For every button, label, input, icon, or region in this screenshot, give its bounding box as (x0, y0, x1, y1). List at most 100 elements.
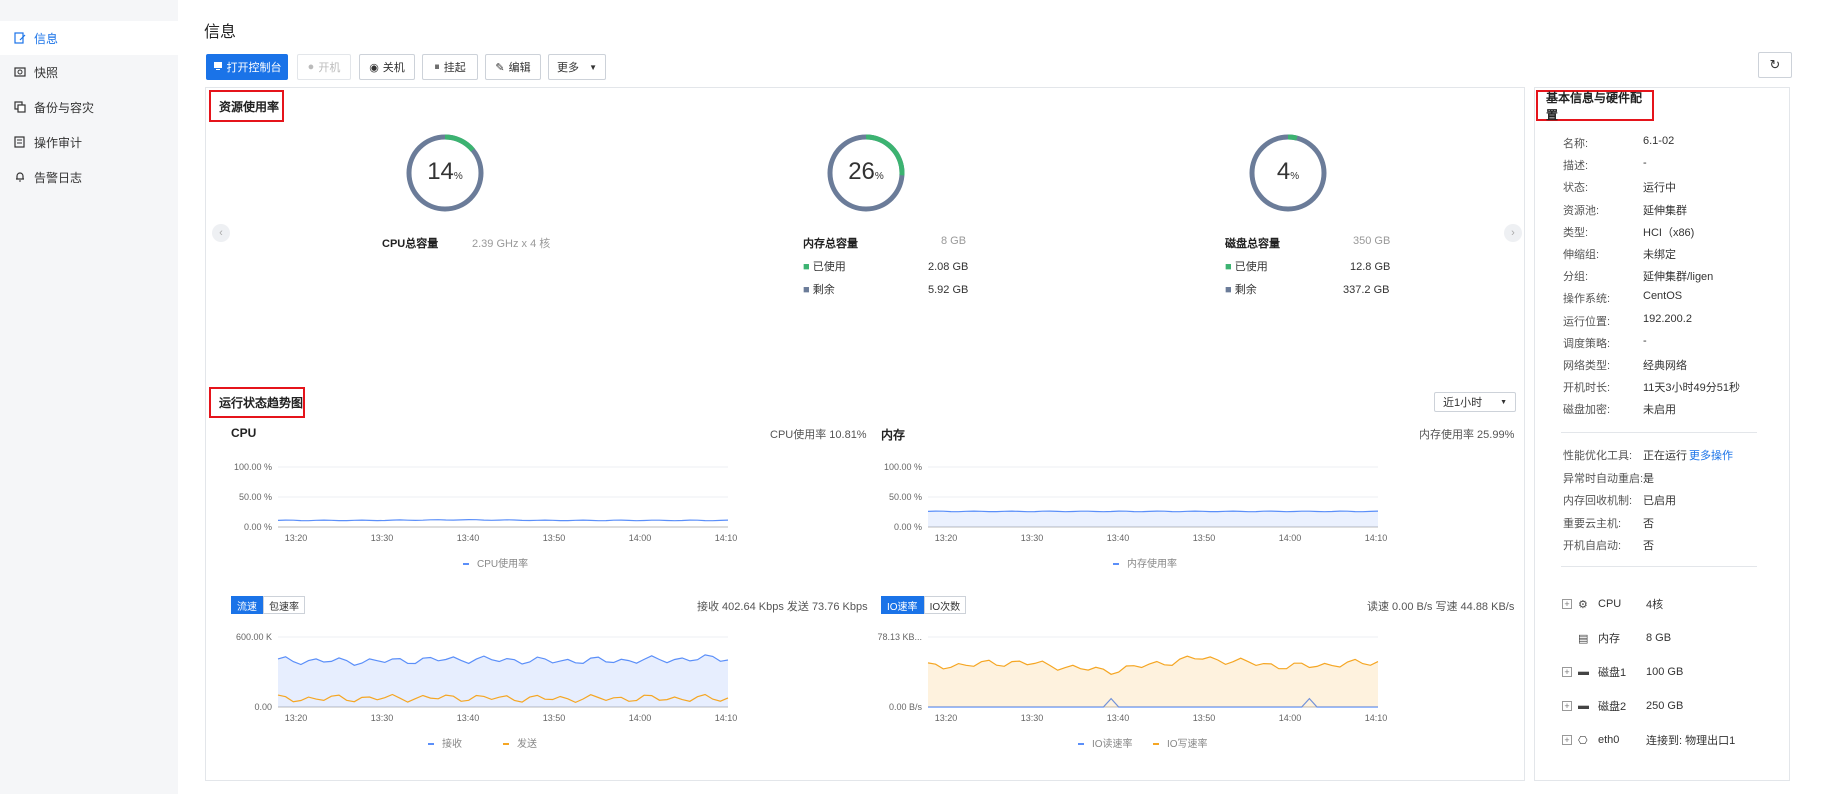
info-value: HCI（x86) (1643, 226, 1695, 239)
info-list: 名称: 6.1-02 描述: - 状态: 运行中 资源池: 延伸集群 类型: HCI（x86) 伸缩… (1561, 135, 1781, 435)
expand-icon[interactable]: + (1562, 735, 1572, 745)
cpu-total-label: CPU总容量 (382, 238, 439, 250)
hardware-value: 连接到: 物理出口1 (1646, 735, 1736, 747)
legend-label: CPU使用率 (477, 557, 528, 570)
tab-io-count[interactable]: IO次数 (923, 596, 967, 614)
y-tick-label: 100.00 % (234, 462, 272, 472)
open-console-button[interactable]: 打开控制台 (206, 54, 288, 80)
x-tick-label: 13:30 (371, 713, 394, 723)
hardware-value: 100 GB (1646, 666, 1684, 678)
sidebar-item-info[interactable]: 信息 (0, 21, 178, 55)
hardware-row[interactable]: + ▬ 磁盘1 100 GB (1562, 663, 1683, 681)
next-arrow-icon[interactable]: › (1504, 224, 1522, 242)
sidebar-item-snapshot[interactable]: 快照 (0, 55, 178, 89)
info-key: 操作系统: (1563, 293, 1611, 306)
y-tick-label: 100.00 % (884, 462, 922, 472)
x-tick-label: 14:10 (715, 533, 738, 543)
legend-label: 发送 (517, 737, 537, 750)
io-tabs: IO速率 IO次数 (881, 596, 967, 614)
legend-swatch (1113, 563, 1119, 565)
x-tick-label: 13:20 (935, 533, 958, 543)
power-on-label: 开机 (318, 62, 341, 74)
cpu-total-value: 2.39 GHz x 4 核 (472, 238, 551, 250)
caret-down-icon: ▼ (589, 62, 597, 72)
caret-down-icon: ▼ (1500, 398, 1507, 406)
prev-arrow-icon[interactable]: ‹ (212, 224, 230, 242)
series-area (928, 511, 1378, 527)
hardware-row[interactable]: + ▬ 磁盘2 250 GB (1562, 697, 1683, 715)
info-value: 正在运行 (1643, 450, 1687, 462)
power-off-button[interactable]: ◉ 关机 (359, 54, 415, 80)
legend-swatch (503, 743, 509, 745)
expand-icon[interactable]: + (1562, 599, 1572, 609)
info-value: 经典网络 (1643, 360, 1687, 372)
cpu-usage-chart: 100.00 % 50.00 % 0.00 % 13:20 13:30 13:40 13:5… (234, 462, 738, 570)
monitor-icon (213, 61, 223, 74)
info-value: 6.1-02 (1643, 135, 1675, 147)
time-range-select[interactable]: 近1小时 ▼ (1434, 392, 1516, 412)
refresh-button[interactable]: ↻ (1758, 52, 1792, 78)
tab-packet-rate[interactable]: 包速率 (263, 596, 305, 614)
sidebar: 信息 快照 备份与容灾 操作审计 告警日志 (0, 0, 178, 794)
sidebar-item-backup[interactable]: 备份与容灾 (0, 90, 178, 124)
edit-button[interactable]: ✎ 编辑 (485, 54, 541, 80)
memory-free-value: 5.92 GB (928, 284, 969, 296)
memory-used-label: 已使用 (812, 261, 846, 273)
info-value: - (1643, 157, 1647, 170)
disk-total-value: 350 GB (1353, 235, 1391, 247)
suspend-button[interactable]: ⏸ 挂起 (422, 54, 478, 80)
info-key: 内存回收机制: (1563, 495, 1633, 507)
y-tick-label: 0.00 (254, 702, 272, 712)
sidebar-item-audit[interactable]: 操作审计 (0, 125, 178, 159)
info-key: 描述: (1563, 160, 1589, 173)
info-value: 否 (1643, 540, 1654, 552)
legend-label: 内存使用率 (1127, 557, 1177, 570)
legend-swatch (463, 563, 469, 565)
sidebar-item-label: 备份与容灾 (34, 100, 95, 115)
x-tick-label: 14:10 (1365, 533, 1388, 543)
power-on-button[interactable]: ● 开机 (297, 54, 351, 80)
bell-icon (14, 171, 26, 183)
page-title: 信息 (204, 24, 237, 41)
sidebar-item-alarm[interactable]: 告警日志 (0, 160, 178, 194)
more-dropdown[interactable]: 更多 ▼ (548, 54, 606, 80)
y-tick-label: 0.00 % (894, 522, 922, 532)
divider (1561, 432, 1757, 433)
x-tick-label: 14:00 (1279, 713, 1302, 723)
audit-icon (14, 136, 26, 148)
tab-flow[interactable]: 流速 (231, 596, 263, 614)
series-line (927, 510, 1379, 513)
y-tick-label: 0.00 % (244, 522, 272, 532)
info-value: 11天3小时49分51秒 (1643, 382, 1741, 395)
info-value: 延伸集群 (1643, 204, 1687, 217)
expand-icon[interactable]: + (1562, 701, 1572, 711)
hardware-name: 磁盘2 (1598, 701, 1627, 713)
info-value: 未启用 (1643, 404, 1676, 417)
x-tick-label: 14:00 (629, 533, 652, 543)
memory-total-value: 8 GB (941, 235, 967, 247)
info-key: 调度策略: (1563, 337, 1611, 350)
hardware-row[interactable]: + ⎔ eth0 连接到: 物理出口1 (1562, 731, 1735, 749)
info-key: 状态: (1563, 182, 1589, 195)
hardware-row[interactable]: + ⚙ CPU 4核 (1562, 595, 1663, 613)
memory-free-label: 剩余 (812, 284, 835, 296)
x-tick-label: 13:30 (1021, 533, 1044, 543)
x-tick-label: 14:00 (1279, 533, 1302, 543)
hardware-row[interactable]: +▤内存8 GB (1562, 629, 1671, 647)
resource-usage-title: 资源使用率 (209, 90, 284, 122)
info-key: 开机时长: (1563, 382, 1611, 395)
trend-title: 运行状态趋势图 (209, 387, 305, 418)
hardware-name: eth0 (1598, 734, 1620, 746)
camera-icon (14, 66, 26, 78)
cpu-pct-value: 14 (427, 158, 454, 185)
info-key: 开机自启动: (1563, 540, 1622, 552)
tab-io-rate[interactable]: IO速率 (881, 596, 924, 614)
disk-icon: ▬ (1578, 700, 1589, 712)
sidebar-item-label: 快照 (34, 65, 59, 80)
y-tick-label: 0.00 B/s (889, 702, 923, 712)
hardware-value: 8 GB (1646, 632, 1672, 644)
info-key: 类型: (1563, 226, 1589, 239)
more-actions-link[interactable]: 更多操作 (1689, 447, 1733, 463)
net-tabs: 流速 包速率 (231, 596, 305, 614)
expand-icon[interactable]: + (1562, 667, 1572, 677)
